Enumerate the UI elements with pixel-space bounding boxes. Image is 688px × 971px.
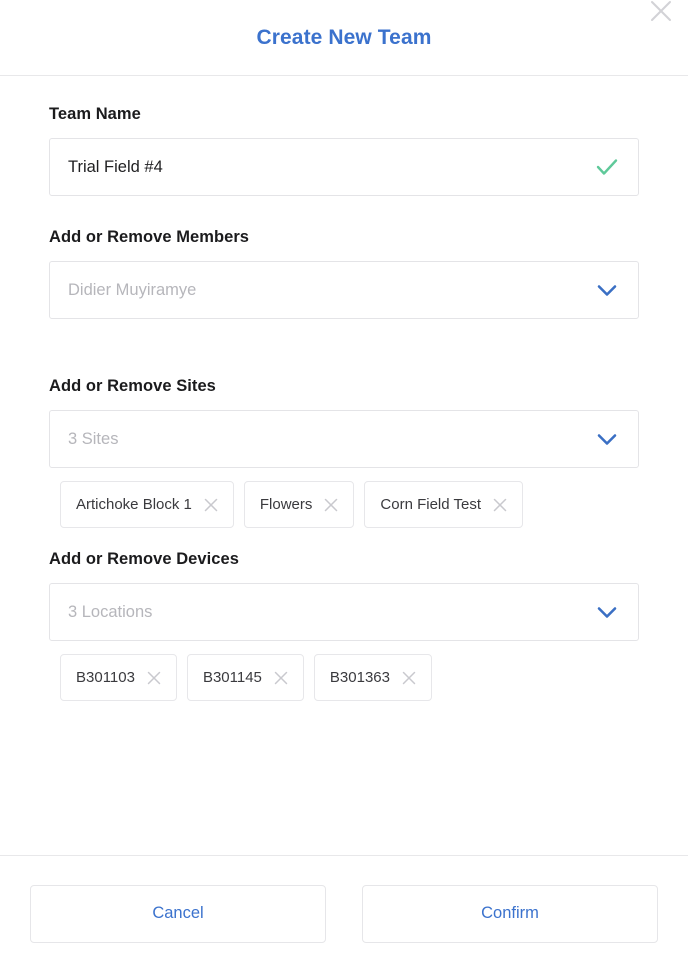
close-icon[interactable] (323, 497, 339, 513)
devices-label: Add or Remove Devices (49, 550, 239, 568)
device-chip[interactable]: B301103 (60, 654, 177, 701)
chevron-down-icon[interactable] (592, 597, 622, 627)
close-icon[interactable] (146, 670, 162, 686)
members-label: Add or Remove Members (49, 228, 250, 246)
check-icon (592, 152, 622, 182)
site-chip-label: Corn Field Test (380, 496, 482, 513)
site-chip-label: Flowers (259, 496, 313, 513)
devices-chip-row: B301103 B301145 B301363 (60, 654, 639, 701)
sites-label: Add or Remove Sites (49, 377, 216, 395)
team-name-label: Team Name (49, 105, 141, 123)
chevron-down-icon[interactable] (592, 424, 622, 454)
close-icon[interactable] (203, 497, 219, 513)
dialog-header: Create New Team (0, 0, 688, 76)
confirm-button[interactable]: Confirm (362, 884, 658, 943)
members-group: Add or Remove Members Didier Muyiramye (49, 196, 639, 319)
team-name-value: Trial Field #4 (68, 157, 163, 176)
device-chip-label: B301103 (76, 669, 135, 686)
device-chip[interactable]: B301145 (186, 654, 304, 701)
sites-chip-row: Artichoke Block 1 Flowers Corn Field Tes… (60, 481, 639, 528)
devices-select[interactable]: 3 Locations (49, 583, 639, 641)
site-chip[interactable]: Corn Field Test (364, 481, 524, 528)
site-chip[interactable]: Artichoke Block 1 (60, 481, 234, 528)
dialog-body: Team Name Trial Field #4 Add or Remove M… (0, 76, 688, 855)
team-name-group: Team Name Trial Field #4 (49, 76, 639, 196)
team-name-input[interactable]: Trial Field #4 (49, 138, 639, 196)
sites-group: Add or Remove Sites 3 Sites Artichoke Bl… (49, 319, 639, 528)
sites-select[interactable]: 3 Sites (49, 410, 639, 468)
device-chip-label: B301363 (329, 669, 390, 686)
dialog-title: Create New Team (256, 25, 432, 49)
create-team-dialog: Create New Team Team Name Trial Field #4 (0, 0, 688, 971)
device-chip[interactable]: B301363 (313, 654, 432, 701)
close-icon[interactable] (401, 670, 417, 686)
confirm-button-label: Confirm (481, 904, 539, 922)
members-placeholder: Didier Muyiramye (68, 280, 197, 299)
close-icon[interactable] (273, 670, 289, 686)
close-icon[interactable] (492, 497, 508, 513)
members-select[interactable]: Didier Muyiramye (49, 261, 639, 319)
devices-placeholder: 3 Locations (68, 602, 153, 621)
close-icon[interactable] (644, 0, 678, 28)
device-chip-label: B301145 (202, 669, 262, 686)
cancel-button[interactable]: Cancel (30, 884, 326, 943)
chevron-down-icon[interactable] (592, 275, 622, 305)
site-chip-label: Artichoke Block 1 (76, 496, 192, 513)
dialog-footer: Cancel Confirm (0, 855, 688, 971)
cancel-button-label: Cancel (152, 904, 204, 922)
site-chip[interactable]: Flowers (243, 481, 355, 528)
sites-placeholder: 3 Sites (68, 429, 119, 448)
devices-group: Add or Remove Devices 3 Locations B30110… (49, 528, 639, 701)
